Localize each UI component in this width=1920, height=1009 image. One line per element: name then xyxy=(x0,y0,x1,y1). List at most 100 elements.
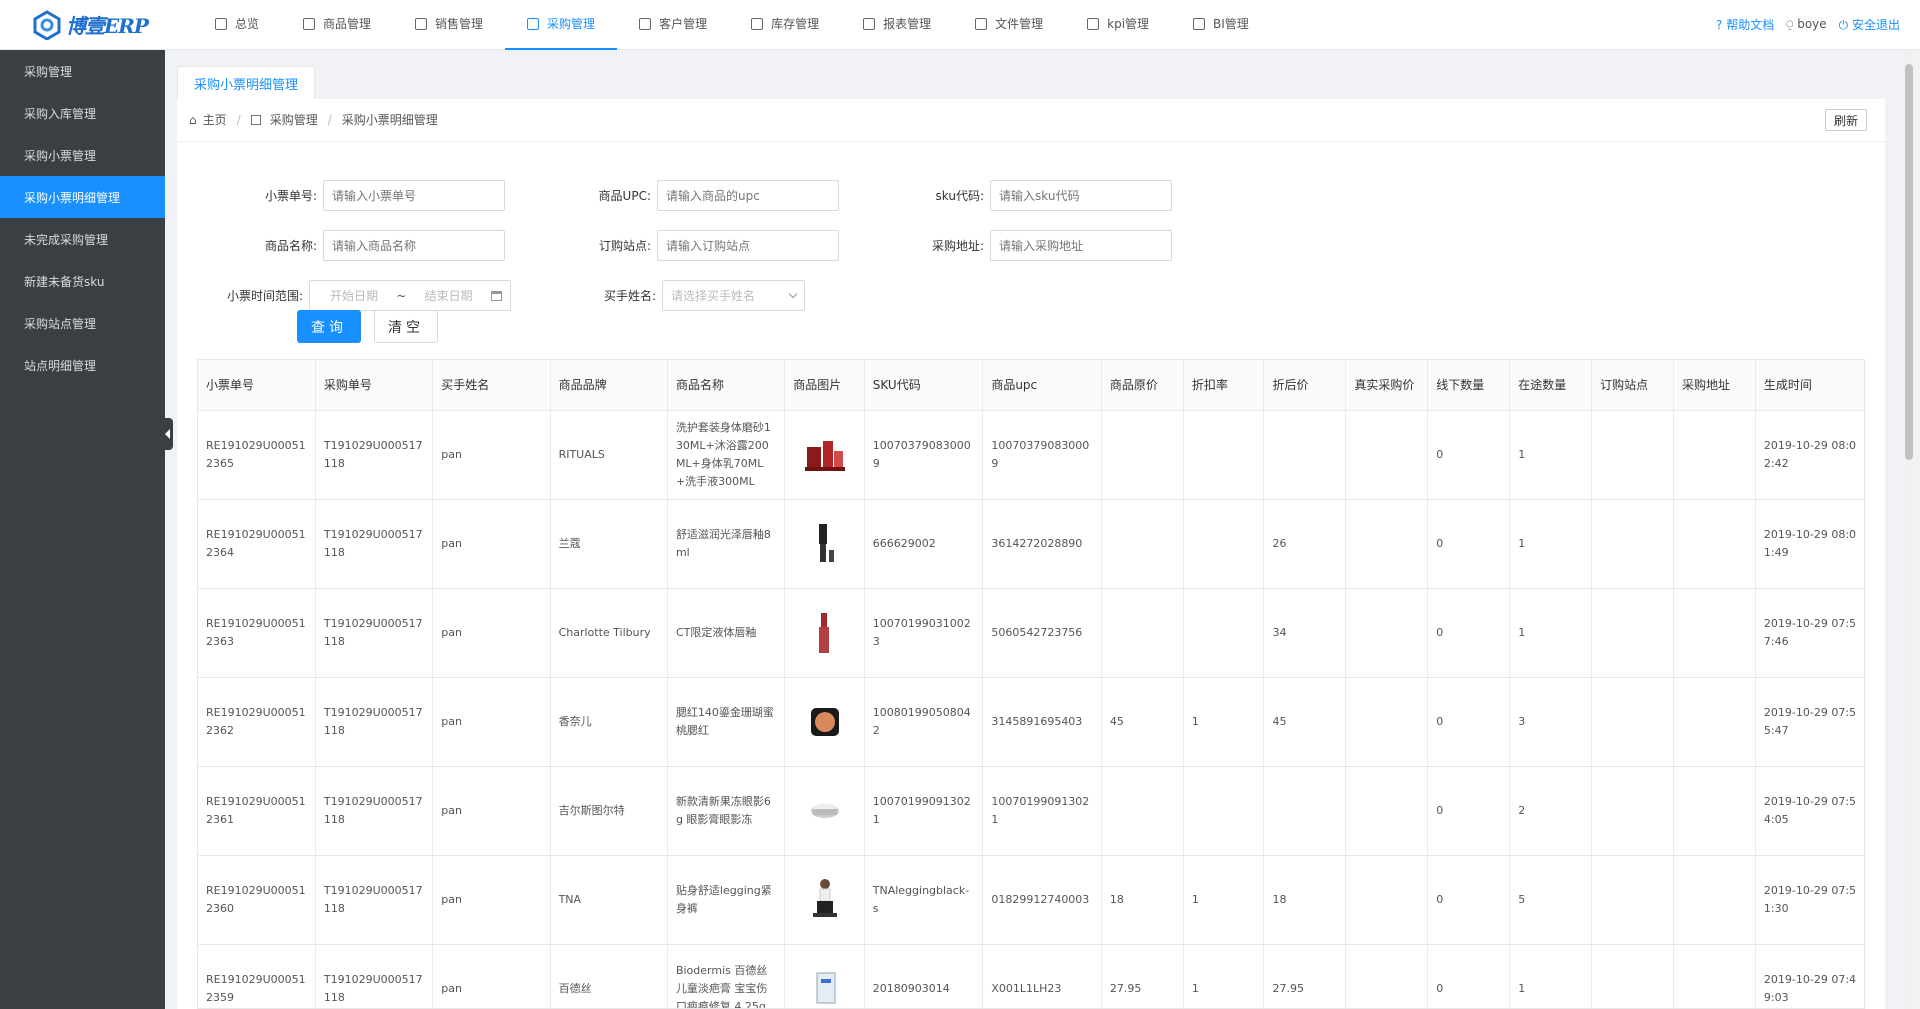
table-row[interactable]: RE191029U000512363 T191029U000517118 pan Ch… xyxy=(198,588,1864,678)
buyer-select[interactable]: 请选择买手姓名 xyxy=(662,280,805,311)
nav-item-label: 库存管理 xyxy=(771,17,820,31)
nav-item-8[interactable]: kpi管理 xyxy=(1065,0,1171,50)
nav-item-1[interactable]: 商品管理 xyxy=(281,0,393,50)
report-icon xyxy=(863,17,876,30)
column-header: 折扣率 xyxy=(1183,360,1265,411)
breadcrumb-parent[interactable]: 采购管理 xyxy=(270,111,318,128)
table-cell: 0 xyxy=(1427,766,1511,856)
table-cell: 0 xyxy=(1427,677,1511,767)
table-row[interactable]: RE191029U000512365 T191029U000517118 pan RI… xyxy=(198,410,1864,500)
query-button[interactable]: 查询 xyxy=(297,310,361,343)
sidebar-item-7[interactable]: 站点明细管理 xyxy=(0,344,165,386)
column-header: 小票单号 xyxy=(198,360,316,411)
nav-item-7[interactable]: 文件管理 xyxy=(953,0,1065,50)
user-icon: ⍜ xyxy=(1786,17,1798,31)
sku-input[interactable] xyxy=(990,180,1172,211)
nav-item-4[interactable]: 客户管理 xyxy=(617,0,729,50)
vertical-scrollbar[interactable] xyxy=(1904,50,1914,1009)
date-range-picker[interactable]: 开始日期 ~ 结束日期 xyxy=(309,280,511,311)
table-cell: 100801990508042 xyxy=(864,677,984,767)
table-cell: 3145891695403 xyxy=(982,677,1102,767)
nav-item-9[interactable]: BI管理 xyxy=(1171,0,1271,50)
column-header: 买手姓名 xyxy=(432,360,551,411)
start-date-input[interactable]: 开始日期 xyxy=(330,287,378,304)
tab-purchase-ticket-detail[interactable]: 采购小票明细管理 xyxy=(177,66,316,99)
product-name-input[interactable] xyxy=(323,230,505,261)
address-input[interactable] xyxy=(990,230,1172,261)
table-row[interactable]: RE191029U000512360 T191029U000517118 pan TN… xyxy=(198,855,1864,945)
liquid-lipstick-image[interactable] xyxy=(803,609,847,657)
scrollbar-thumb[interactable] xyxy=(1905,64,1913,460)
scar-gel-tube-image[interactable] xyxy=(803,965,847,1009)
nav-item-2[interactable]: 销售管理 xyxy=(393,0,505,50)
gift-set-image[interactable] xyxy=(803,431,847,479)
help-link[interactable]: ? 帮助文档 xyxy=(1716,16,1774,33)
blush-compact-image[interactable] xyxy=(803,698,847,746)
filter-site: 订购站点: xyxy=(547,230,839,261)
chevron-down-icon xyxy=(788,289,798,299)
end-date-input[interactable]: 结束日期 xyxy=(425,287,473,304)
product-name-label: 商品名称: xyxy=(264,239,317,253)
table-cell xyxy=(1263,766,1347,856)
home-icon: ⌂ xyxy=(189,112,197,127)
table-cell: pan xyxy=(432,766,551,856)
nav-item-6[interactable]: 报表管理 xyxy=(841,0,953,50)
table-cell: 45 xyxy=(1263,677,1347,767)
table-cell: 1 xyxy=(1509,499,1593,589)
table-cell: RE191029U000512360 xyxy=(198,855,316,945)
table-cell: 2019-10-29 07:55:47 xyxy=(1755,677,1864,767)
table-cell: pan xyxy=(432,944,551,1008)
app-logo[interactable]: 博壹ERP xyxy=(0,0,165,50)
eyeshadow-jar-image[interactable] xyxy=(803,787,847,835)
table-cell: RE191029U000512365 xyxy=(198,410,316,500)
filter-sku: sku代码: xyxy=(880,180,1172,211)
nav-item-3[interactable]: 采购管理 xyxy=(505,0,618,50)
table-cell: RE191029U000512362 xyxy=(198,677,316,767)
table-cell xyxy=(1345,499,1429,589)
table-cell xyxy=(1101,588,1184,678)
user-menu[interactable]: ⍜ boye xyxy=(1786,17,1826,32)
breadcrumb-separator: / xyxy=(327,112,332,127)
table-cell: 3614272028890 xyxy=(982,499,1102,589)
ticket-no-input[interactable] xyxy=(323,180,505,211)
breadcrumb: ⌂ 主页 / 采购管理 / 采购小票明细管理 xyxy=(189,111,438,128)
sidebar-item-1[interactable]: 采购入库管理 xyxy=(0,92,165,134)
nav-item-0[interactable]: 总览 xyxy=(193,0,281,50)
table-cell: 34 xyxy=(1263,588,1347,678)
table-cell xyxy=(1183,410,1265,500)
column-header: 采购单号 xyxy=(315,360,434,411)
nav-item-label: 采购管理 xyxy=(547,17,596,31)
sidebar-item-3[interactable]: 采购小票明细管理 xyxy=(0,176,165,218)
table-cell xyxy=(1673,588,1756,678)
table-row[interactable]: RE191029U000512361 T191029U000517118 pan 吉尔… xyxy=(198,766,1864,856)
table-row[interactable]: RE191029U000512364 T191029U000517118 pan 兰蔻… xyxy=(198,499,1864,589)
site-input[interactable] xyxy=(657,230,839,261)
sidebar-item-0[interactable]: 采购管理 xyxy=(0,50,165,92)
sidebar-item-2[interactable]: 采购小票管理 xyxy=(0,134,165,176)
table-row[interactable]: RE191029U000512362 T191029U000517118 pan 香奈… xyxy=(198,677,1864,767)
user-icon xyxy=(639,17,652,30)
table-cell: pan xyxy=(432,855,551,945)
filter-date-range: 小票时间范围: 开始日期 ~ 结束日期 xyxy=(199,280,511,311)
table-cell: 26 xyxy=(1263,499,1347,589)
main-nav: 总览 商品管理 销售管理 采购管理 客户管理 库存管理 报表管理 文件管理 kpi管理 BI管理 xyxy=(193,0,1271,50)
calendar-icon[interactable] xyxy=(490,290,502,301)
breadcrumb-home[interactable]: 主页 xyxy=(203,111,227,128)
table-row[interactable]: RE191029U000512359 T191029U000517118 pan 百德… xyxy=(198,944,1864,1009)
column-header: 商品原价 xyxy=(1101,360,1184,411)
column-header: 在途数量 xyxy=(1509,360,1593,411)
upc-input[interactable] xyxy=(657,180,839,211)
sidebar-item-5[interactable]: 新建未备货sku xyxy=(0,260,165,302)
sidebar-item-4[interactable]: 未完成采购管理 xyxy=(0,218,165,260)
grid-icon xyxy=(250,114,261,125)
lip-gloss-image[interactable] xyxy=(803,520,847,568)
refresh-button[interactable]: 刷新 xyxy=(1824,109,1867,131)
clear-button[interactable]: 清空 xyxy=(374,310,438,343)
nav-item-5[interactable]: 库存管理 xyxy=(729,0,841,50)
legging-model-image[interactable] xyxy=(803,876,847,924)
table-cell: 01829912740003 xyxy=(982,855,1102,945)
sidebar-item-6[interactable]: 采购站点管理 xyxy=(0,302,165,344)
product-image-cell xyxy=(784,766,865,856)
logout-link[interactable]: ⏻ 安全退出 xyxy=(1839,16,1900,33)
table-cell: RE191029U000512363 xyxy=(198,588,316,678)
